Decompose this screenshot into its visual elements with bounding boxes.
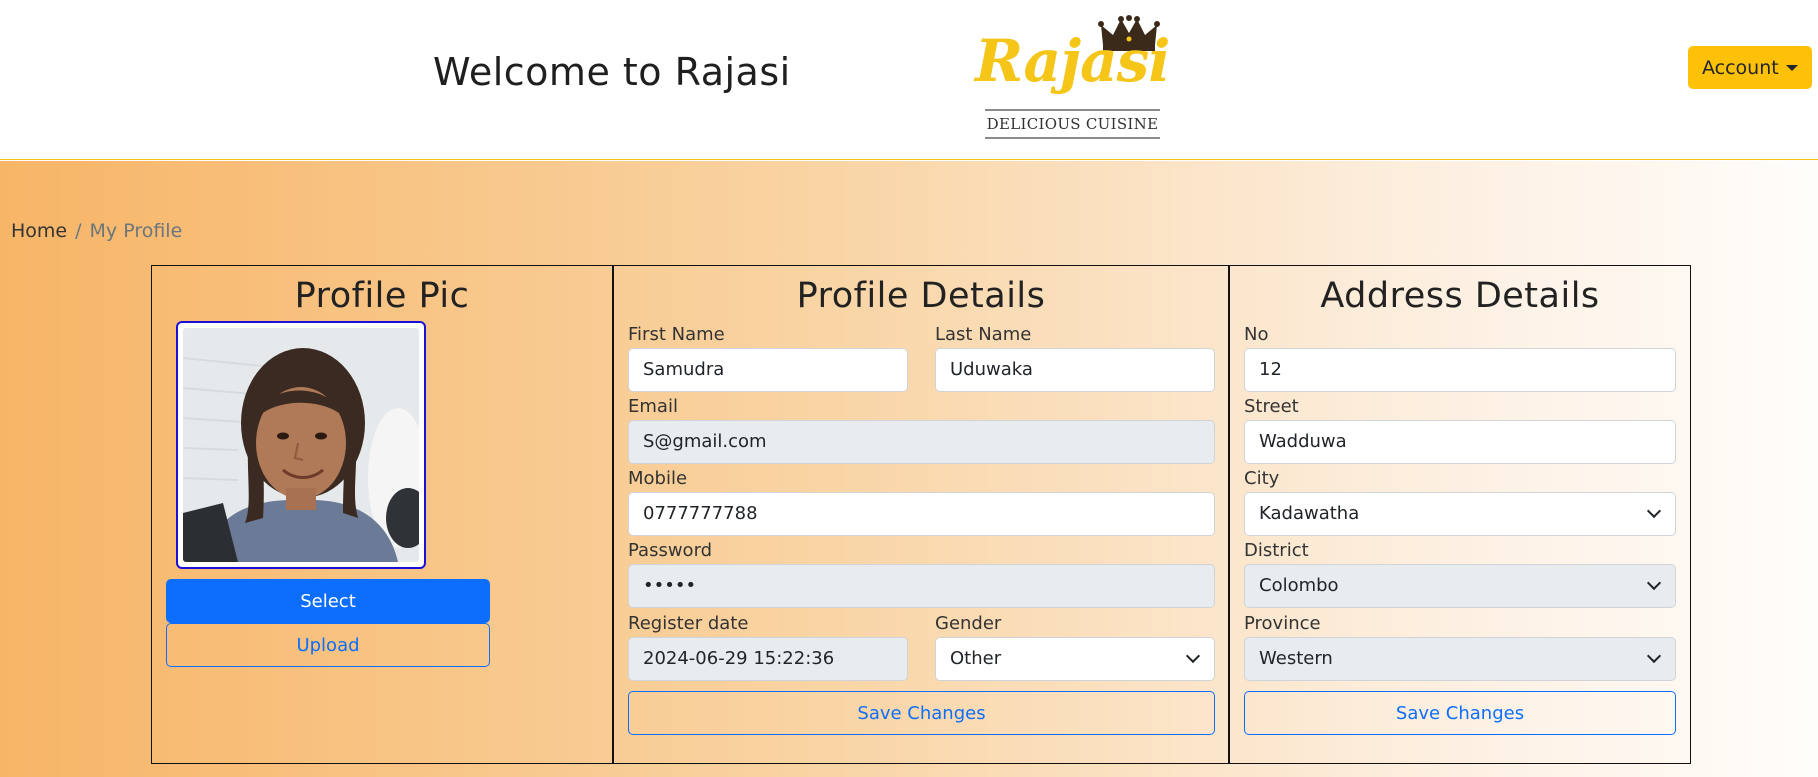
- province-label: Province: [1244, 613, 1321, 634]
- city-select[interactable]: Kadawatha: [1244, 492, 1676, 536]
- mobile-label: Mobile: [628, 468, 688, 489]
- district-select: Colombo: [1244, 564, 1676, 608]
- account-dropdown-button[interactable]: Account: [1688, 46, 1812, 89]
- register-date-input: 2024-06-29 15:22:36: [628, 637, 908, 681]
- first-name-input[interactable]: Samudra: [628, 348, 908, 392]
- chevron-down-icon: [1646, 503, 1662, 519]
- district-label: District: [1244, 540, 1309, 561]
- welcome-heading: Welcome to Rajasi: [433, 50, 791, 94]
- address-details-title: Address Details: [1320, 276, 1600, 316]
- province-selected-value: Western: [1259, 648, 1333, 669]
- city-selected-value: Kadawatha: [1259, 503, 1360, 524]
- gender-select[interactable]: Other: [935, 637, 1215, 681]
- select-photo-button[interactable]: Select: [166, 579, 490, 623]
- rajasi-logo[interactable]: Rajasi DELICIOUS CUISINE: [975, 15, 1175, 143]
- register-date-label: Register date: [628, 613, 749, 634]
- mobile-input[interactable]: 0777777788: [628, 492, 1215, 536]
- chevron-down-icon: [1185, 648, 1201, 664]
- no-label: No: [1244, 324, 1269, 345]
- logo-tagline: DELICIOUS CUISINE: [986, 115, 1159, 133]
- account-label: Account: [1702, 56, 1779, 79]
- last-name-input[interactable]: Uduwaka: [935, 348, 1215, 392]
- chevron-down-icon: [1646, 648, 1662, 664]
- password-input: •••••: [628, 564, 1215, 608]
- chevron-down-icon: [1646, 575, 1662, 591]
- logo-tagline-box: DELICIOUS CUISINE: [985, 109, 1160, 139]
- profile-pic-title: Profile Pic: [294, 276, 470, 316]
- email-input: S@gmail.com: [628, 420, 1215, 464]
- profile-photo: [182, 328, 430, 562]
- top-header: Welcome to Rajasi Rajasi DELICIOUS CUISI…: [0, 0, 1818, 160]
- address-details-card: Address Details No 12 Street Wadduwa Cit…: [1229, 265, 1691, 764]
- gender-label: Gender: [935, 613, 1002, 634]
- password-label: Password: [628, 540, 713, 561]
- breadcrumb-home-link[interactable]: Home: [11, 220, 67, 242]
- breadcrumb-current: My Profile: [89, 220, 183, 242]
- address-save-changes-button[interactable]: Save Changes: [1244, 691, 1676, 735]
- breadcrumb-separator: /: [75, 220, 82, 242]
- gender-selected-value: Other: [950, 648, 1002, 669]
- street-input[interactable]: Wadduwa: [1244, 420, 1676, 464]
- city-label: City: [1244, 468, 1280, 489]
- address-no-input[interactable]: 12: [1244, 348, 1676, 392]
- breadcrumb: Home / My Profile: [11, 220, 182, 242]
- email-label: Email: [628, 396, 678, 417]
- logo-wordmark: Rajasi: [975, 27, 1170, 95]
- profile-save-changes-button[interactable]: Save Changes: [628, 691, 1215, 735]
- profile-details-title: Profile Details: [796, 276, 1046, 316]
- last-name-label: Last Name: [935, 324, 1032, 345]
- upload-photo-button[interactable]: Upload: [166, 623, 490, 667]
- street-label: Street: [1244, 396, 1299, 417]
- district-selected-value: Colombo: [1259, 575, 1339, 596]
- profile-pic-card: Profile Pic Select Upload: [151, 265, 613, 764]
- first-name-label: First Name: [628, 324, 725, 345]
- profile-photo-frame: [176, 321, 430, 569]
- caret-down-icon: [1786, 65, 1798, 71]
- province-select: Western: [1244, 637, 1676, 681]
- profile-details-card: Profile Details First Name Samudra Last …: [613, 265, 1229, 764]
